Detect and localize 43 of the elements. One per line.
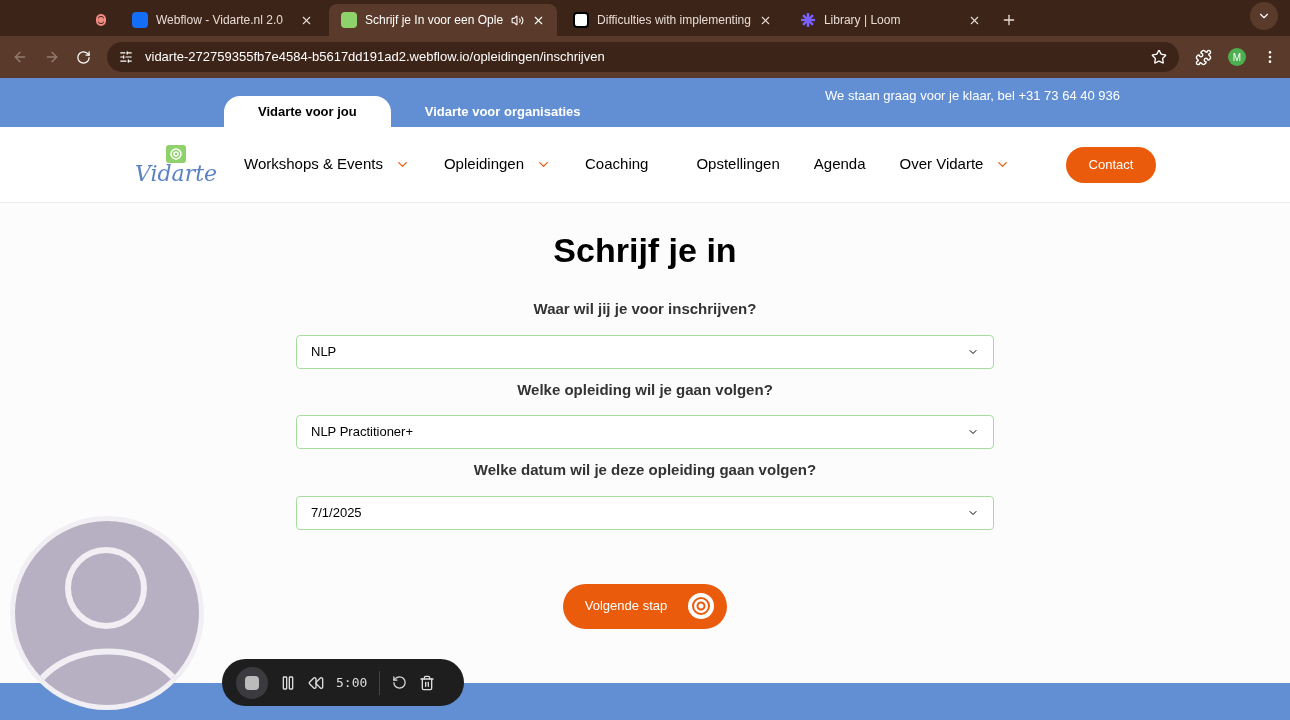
audience-tab[interactable]: Vidarte voor jou <box>224 96 391 127</box>
pause-icon[interactable] <box>280 674 296 691</box>
speaker-icon <box>511 13 525 27</box>
browser-tab[interactable]: Webflow - Vidarte.nl 2.0 <box>120 4 325 36</box>
field-label: Welke datum wil je deze opleiding gaan volgen? <box>473 460 817 480</box>
nav-link[interactable]: Workshops & Events <box>244 153 410 176</box>
reload-icon[interactable] <box>76 49 91 65</box>
tab-title: Library | Loom <box>823 12 902 29</box>
timer-text: 5:00 <box>336 673 368 692</box>
record-icon <box>96 14 106 26</box>
address-bar[interactable]: vidarte-272759355fb7e4584-b5617dd191ad2.webflow.io/opleidingen/inschrijven <box>107 42 1179 72</box>
nav-link[interactable]: Opleidingen <box>443 153 551 176</box>
delete-icon[interactable] <box>419 674 436 691</box>
browser-tab[interactable]: Library | Loom <box>787 4 993 36</box>
starburst-icon <box>799 12 816 28</box>
tab-title: Difficulties with implementing <box>597 12 751 29</box>
nav-link[interactable]: Agenda <box>813 153 866 176</box>
contact-phone-text: We staan graag voor je klaar, bel +31 73 64 40 936 <box>825 86 1120 105</box>
extensions-icon[interactable] <box>1195 48 1212 66</box>
bookmark-icon[interactable] <box>1151 49 1167 65</box>
nav-link[interactable]: Over Vidarte <box>899 153 1011 176</box>
select-field[interactable]: 7/1/2025 <box>296 495 994 530</box>
field-label: Waar wil jij je voor inschrijven? <box>533 299 757 319</box>
next-step-button[interactable]: Volgende stap <box>562 583 728 629</box>
rewind-icon[interactable] <box>308 674 324 691</box>
w-logo-icon <box>132 12 148 28</box>
restart-icon[interactable] <box>392 675 408 690</box>
nav-link[interactable]: Opstellingen <box>696 153 780 176</box>
url-text: vidarte-272759355fb7e4584-b5617dd191ad2.webflow.io/opleidingen/inschrijven <box>145 48 606 67</box>
tab-title: Schrijf je In voor een Ople <box>365 12 504 29</box>
tab-title: Webflow - Vidarte.nl 2.0 <box>156 12 284 29</box>
field-label: Welke opleiding wil je gaan volgen? <box>517 379 773 400</box>
stop-button[interactable] <box>236 666 268 699</box>
select-field[interactable]: NLP Practitioner+ <box>296 415 994 449</box>
nav-link[interactable]: Coaching <box>585 153 649 176</box>
page-title: Schrijf je in <box>553 230 737 271</box>
vidarte-logo[interactable]: Vidarte <box>138 144 214 185</box>
contact-button[interactable]: Contact <box>1066 146 1156 183</box>
select-field[interactable]: NLP <box>296 334 994 369</box>
browser-tab[interactable]: Schrijf je In voor een Ople <box>329 4 558 36</box>
site-settings-icon[interactable] <box>119 50 133 64</box>
tab-menu-button[interactable] <box>1250 2 1278 30</box>
browser-tab[interactable]: Difficulties with implementing <box>561 4 784 36</box>
